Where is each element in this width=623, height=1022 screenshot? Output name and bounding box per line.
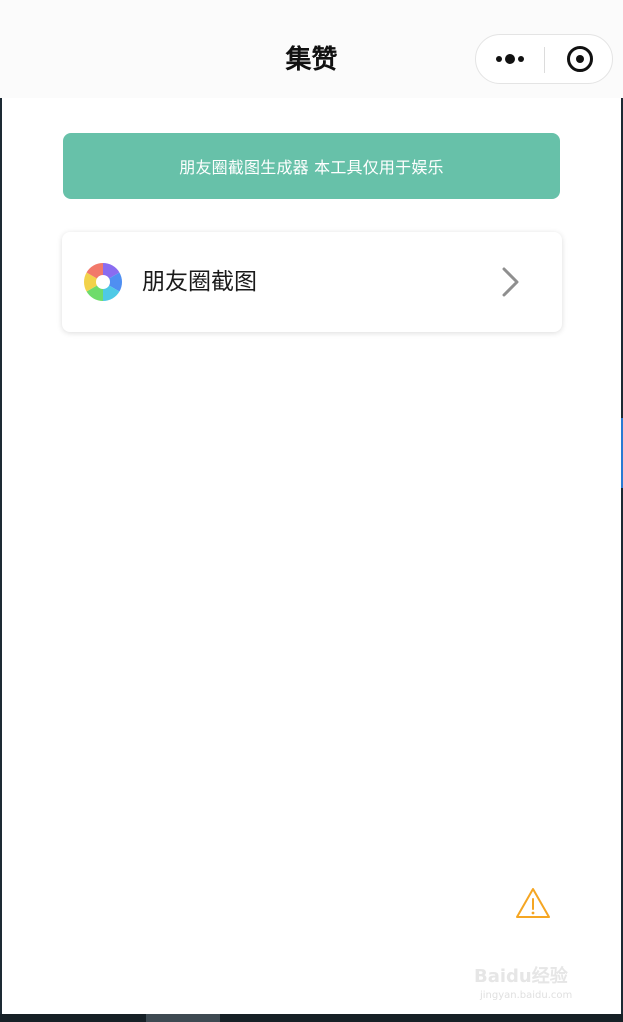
edge-left xyxy=(0,98,2,1014)
menu-capsule xyxy=(475,34,613,84)
navigation-bar: 集赞 xyxy=(0,0,623,98)
more-dots-icon xyxy=(496,56,502,62)
close-button[interactable] xyxy=(558,35,602,83)
bottom-bar xyxy=(0,1014,623,1022)
chevron-right-icon xyxy=(502,267,519,297)
watermark: Baidu经验 jingyan.baidu.com xyxy=(474,962,594,1008)
more-button[interactable] xyxy=(490,35,530,83)
warning-triangle-icon[interactable] xyxy=(515,886,551,920)
screen: 集赞 朋友圈截图生成器 本工具仅用于娱乐 朋友圈截图 Baidu经验 jingy… xyxy=(0,0,623,1022)
list-item-moments-screenshot[interactable]: 朋友圈截图 xyxy=(62,232,562,332)
capsule-divider xyxy=(544,47,545,73)
target-close-icon xyxy=(567,46,593,72)
watermark-url: jingyan.baidu.com xyxy=(480,990,573,1001)
banner-text: 朋友圈截图生成器 本工具仅用于娱乐 xyxy=(179,158,444,177)
list-item-label: 朋友圈截图 xyxy=(142,269,257,295)
watermark-text: Baidu经验 xyxy=(474,966,568,987)
bottom-handle xyxy=(146,1014,220,1022)
notice-banner: 朋友圈截图生成器 本工具仅用于娱乐 xyxy=(63,133,560,199)
aperture-icon xyxy=(84,263,122,301)
